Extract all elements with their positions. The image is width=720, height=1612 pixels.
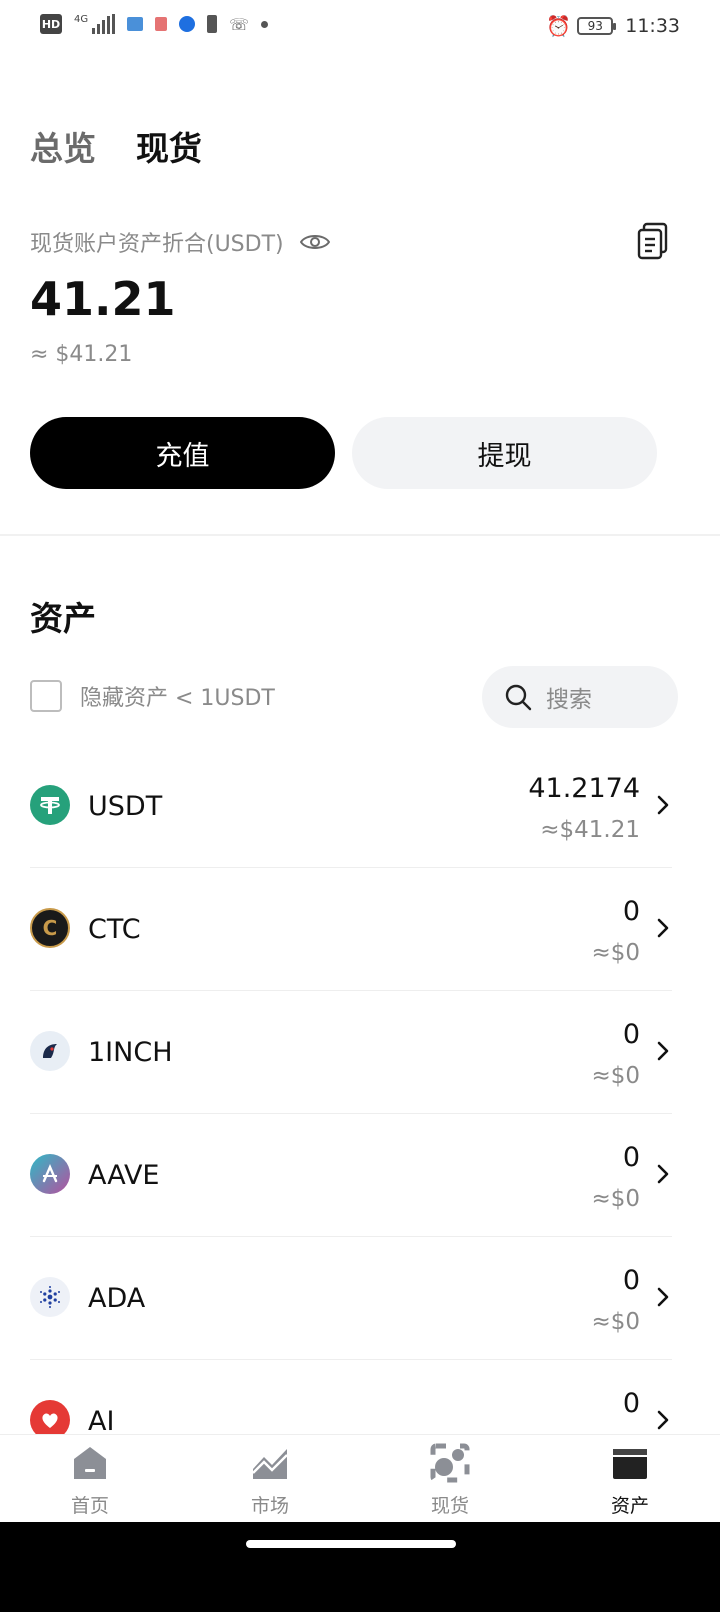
- home-indicator[interactable]: [246, 1540, 456, 1548]
- asset-list: USDT 41.2174 ≈$41.21 C CTC 0 ≈$0 1INCH 0…: [30, 745, 672, 1483]
- search-icon: [505, 684, 532, 711]
- shield-notification-icon: [179, 16, 196, 32]
- asset-symbol: AI: [88, 1406, 115, 1437]
- asset-usd-value: ≈$0: [591, 1063, 640, 1089]
- system-navigation-bar: [0, 1522, 720, 1612]
- home-icon: [74, 1447, 106, 1479]
- asset-row-ada[interactable]: ADA 0 ≈$0: [30, 1237, 672, 1360]
- eye-icon[interactable]: [299, 232, 330, 252]
- asset-amount: 0: [622, 1142, 640, 1173]
- more-dot-icon: [261, 20, 269, 28]
- asset-amount: 0: [622, 896, 640, 927]
- asset-usd-value: ≈$0: [591, 940, 640, 966]
- asset-symbol: AAVE: [88, 1160, 160, 1191]
- balance-label: 现货账户资产折合(USDT): [30, 232, 284, 257]
- asset-symbol: 1INCH: [88, 1037, 173, 1068]
- app-notification-icon: [155, 17, 168, 31]
- usdt-coin-icon: [30, 785, 70, 825]
- asset-usd-value: ≈$0: [591, 1186, 640, 1212]
- asset-symbol: ADA: [88, 1283, 146, 1314]
- alarm-icon: ⏰: [546, 14, 572, 38]
- chevron-right-icon: [657, 1164, 669, 1184]
- nav-label: 现货: [430, 1495, 469, 1517]
- nav-spot[interactable]: 现货: [360, 1435, 540, 1522]
- records-icon[interactable]: [636, 222, 670, 260]
- nav-label: 市场: [250, 1495, 289, 1517]
- nav-market[interactable]: 市场: [180, 1435, 360, 1522]
- asset-amount: 0: [622, 1388, 640, 1419]
- chevron-right-icon: [657, 795, 669, 815]
- balance-label-row: 现货账户资产折合(USDT): [30, 226, 330, 258]
- aave-coin-icon: [30, 1154, 70, 1194]
- search-placeholder: 搜索: [546, 687, 592, 713]
- asset-row-usdt[interactable]: USDT 41.2174 ≈$41.21: [30, 745, 672, 868]
- nav-assets[interactable]: 资产: [540, 1435, 720, 1522]
- status-bar: HD 4G ☏ ⏰ 93 11:33: [0, 0, 720, 56]
- asset-amount: 41.2174: [528, 773, 640, 804]
- deposit-button[interactable]: 充值: [30, 417, 335, 489]
- market-chart-icon: [252, 1449, 288, 1479]
- nav-label: 首页: [70, 1495, 109, 1517]
- ctc-coin-icon: C: [30, 908, 70, 948]
- hd-badge: HD: [40, 14, 62, 34]
- tab-overview[interactable]: 总览: [30, 122, 96, 170]
- chevron-right-icon: [657, 918, 669, 938]
- status-left: HD 4G ☏: [40, 13, 269, 34]
- bottom-nav: 首页 市场 现货 资产: [0, 1434, 720, 1522]
- notification-icon: [127, 17, 144, 31]
- nav-label: 资产: [610, 1495, 649, 1517]
- 1inch-coin-icon: [30, 1031, 70, 1071]
- asset-amount: 0: [622, 1265, 640, 1296]
- signal-icon: [92, 14, 116, 34]
- asset-usd-value: ≈$41.21: [540, 817, 640, 843]
- withdraw-button[interactable]: 提现: [352, 417, 657, 489]
- asset-row-1inch[interactable]: 1INCH 0 ≈$0: [30, 991, 672, 1114]
- wallet-icon: [613, 1449, 647, 1479]
- asset-symbol: CTC: [88, 914, 141, 945]
- hide-small-assets-checkbox[interactable]: [30, 680, 62, 712]
- asset-symbol: USDT: [88, 791, 163, 822]
- spot-icon: [430, 1443, 470, 1483]
- assets-title: 资产: [30, 599, 96, 638]
- hide-small-assets-row[interactable]: 隐藏资产 < 1USDT: [30, 680, 275, 712]
- balance-value: 41.21: [30, 272, 176, 326]
- nav-home[interactable]: 首页: [0, 1435, 180, 1522]
- chevron-right-icon: [657, 1410, 669, 1430]
- asset-row-aave[interactable]: AAVE 0 ≈$0: [30, 1114, 672, 1237]
- balance-usd: ≈ $41.21: [30, 342, 133, 367]
- battery-icon: 93: [577, 17, 617, 35]
- chevron-right-icon: [657, 1287, 669, 1307]
- asset-amount: 0: [622, 1019, 640, 1050]
- asset-usd-value: ≈$0: [591, 1309, 640, 1335]
- hide-small-assets-label: 隐藏资产 < 1USDT: [80, 686, 275, 711]
- search-input[interactable]: 搜索: [482, 666, 678, 728]
- chevron-right-icon: [657, 1041, 669, 1061]
- asset-row-ctc[interactable]: C CTC 0 ≈$0: [30, 868, 672, 991]
- tab-spot[interactable]: 现货: [136, 122, 202, 170]
- ada-coin-icon: [30, 1277, 70, 1317]
- battery-saver-icon: [207, 15, 218, 33]
- status-right: ⏰ 93 11:33: [546, 14, 680, 38]
- top-tabs: 总览 现货: [30, 122, 202, 170]
- network-type: 4G: [74, 13, 89, 25]
- clock: 11:33: [625, 15, 680, 37]
- call-icon: ☏: [229, 14, 250, 34]
- section-divider: [0, 534, 720, 536]
